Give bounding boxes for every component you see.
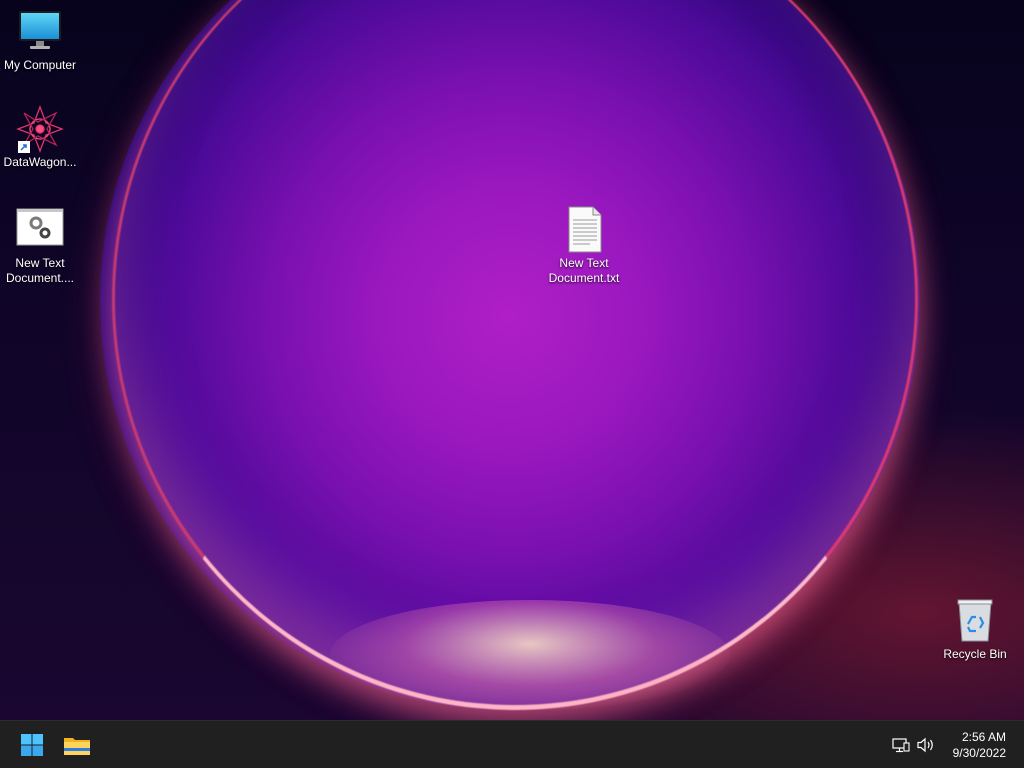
desktop-icon-label: My Computer [3,58,77,72]
monitor-icon [16,8,64,56]
network-icon[interactable] [891,735,911,755]
desktop-icon-new-text-document-txt[interactable]: New Text Document.txt [544,206,624,286]
wallpaper-glow [330,600,730,710]
start-button[interactable] [14,727,50,763]
desktop-icon-label-line2: Document.... [5,271,75,285]
desktop-icon-new-text-document-1[interactable]: New Text Document.... [0,206,80,286]
windows-start-icon [21,734,43,756]
desktop-icon-label: DataWagon... [3,155,77,169]
desktop-icon-label-line1: New Text [559,256,609,270]
datawagon-app-icon [16,105,64,153]
file-explorer-button[interactable] [59,727,95,763]
shortcut-arrow-icon [18,141,30,153]
recycle-bin-icon [951,597,999,645]
taskbar: 2:56 AM 9/30/2022 [0,720,1024,768]
clock-date: 9/30/2022 [952,746,1006,760]
desktop-icon-my-computer[interactable]: My Computer [0,8,80,73]
volume-icon[interactable] [916,735,936,755]
text-file-icon [560,206,608,254]
desktop-icon-label-line2: Document.txt [548,271,620,285]
desktop-icon-datawagon[interactable]: DataWagon... [0,105,80,170]
desktop-icon-recycle-bin[interactable]: Recycle Bin [935,597,1015,662]
desktop-icon-label-line1: New Text [15,256,65,270]
clock[interactable]: 2:56 AM 9/30/2022 [953,729,1006,761]
file-explorer-icon [64,738,90,755]
desktop-icon-label: Recycle Bin [943,647,1007,661]
settings-file-icon [16,206,64,254]
desktop: My Computer DataWagon... New Text Docume… [0,0,1024,720]
clock-time: 2:56 AM [961,730,1006,744]
